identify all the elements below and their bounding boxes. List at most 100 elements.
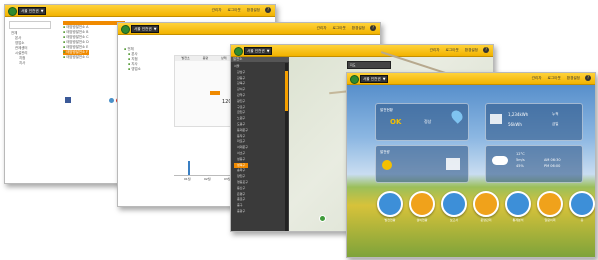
status-tile[interactable]: 발전현황 OK 정상 [375,103,469,141]
button-label: 발전현황 [384,218,396,222]
org-tree: 전체 본사 영업소 관제센터 시설관리 지점 지사 [11,31,27,66]
humidity: 45% [516,164,524,168]
add-icon[interactable] [109,98,114,103]
user-link[interactable]: 관리자 [211,7,223,14]
settings-link[interactable]: 환경설정 [566,75,581,82]
region-select-value: 서울 인천권 [247,49,265,53]
energy-total-unit: 누적 [552,112,559,116]
region-select[interactable]: 서울 인천권 ▼ [131,25,160,33]
top-bar: 서울 인천권 ▼ 관리자 로그아웃 환경설정 ? [231,45,493,57]
logout-link[interactable]: 로그아웃 [227,7,242,14]
user-link[interactable]: 관리자 [316,25,328,32]
button-label: 설비현황 [416,218,428,222]
tile-title: 발전현황 [380,108,393,112]
tree-item[interactable]: 중랑구 [234,209,248,215]
top-bar: 서울 인천권 ▼ 관리자 로그아웃 환경설정 ? [118,23,380,35]
status-label: 정상 [424,119,432,124]
scrollbar-thumb[interactable] [285,71,288,111]
search-input[interactable] [9,21,51,29]
tree-item[interactable]: 영등포구 [234,180,248,186]
status-value: OK [390,118,402,126]
org-tree: 전체 본사 지점 지사 영업소 [124,47,140,72]
button-label: 알람이력 [544,218,556,222]
map-type-select[interactable]: 지도 [347,61,391,69]
orange-action-button[interactable] [210,91,220,95]
button-label: 운영관리 [480,218,492,222]
home-button[interactable]: 홈 [569,191,595,222]
site-tree-panel: 발전소 서울 강남구 강동구 강북구 강서구 관악구 광진구 구로구 금천구 노… [231,57,289,231]
sunrise-time: AM 06:30 [544,158,561,162]
top-bar: 서울 인천권 ▼ 관리자 로그아웃 환경설정 ? [347,73,595,85]
region-select[interactable]: 서울 인천권 ▼ [244,47,273,55]
production-tile[interactable]: 발전량 [375,145,469,183]
logout-link[interactable]: 로그아웃 [332,25,347,32]
tile-title: 발전량 [380,150,390,154]
energy-today: 56kWh [508,122,522,127]
button-label: 홈 [580,218,584,222]
top-bar-menu: 관리자 로그아웃 환경설정 ? [211,7,271,14]
help-icon[interactable]: ? [483,47,489,53]
site-tree: 서울 강남구 강동구 강북구 강서구 관악구 광진구 구로구 금천구 노원구 도… [234,64,249,215]
energy-total: 1,234kWh [508,112,529,117]
top-bar: 서울 인천권 ▼ 관리자 로그아웃 환경설정 ? [5,5,275,17]
panel-header: 발전소 [231,57,289,62]
user-link[interactable]: 관리자 [429,47,441,54]
data-table: 발전소 용량 상태 [174,55,234,127]
equipment-button[interactable]: 설비현황 [409,191,435,222]
settings-link[interactable]: 환경설정 [464,47,479,54]
axis-tick-label: 02월 [204,177,211,181]
logout-link[interactable]: 로그아웃 [445,47,460,54]
region-select[interactable]: 서울 인천권 ▼ [360,75,389,83]
sunset-time: PM 06:00 [544,164,561,168]
site-marker-icon[interactable] [319,215,326,222]
sun-icon [382,160,392,170]
tree-item[interactable]: 동대문구 [234,128,248,134]
region-select-value: 서울 인천권 [134,27,152,31]
site-list: 태양광발전소 A 태양광발전소 B 태양광발전소 C 태양광발전소 D 태양광발… [63,25,89,60]
statistics-button[interactable]: 통계분석 [505,191,531,222]
chevron-down-icon: ▼ [382,77,386,81]
button-label: 통계분석 [512,218,524,222]
button-label: 보고서 [449,218,459,222]
location-pin-icon [449,108,465,124]
settings-link[interactable]: 환경설정 [246,7,261,14]
temperature: 12°C [516,152,525,156]
help-icon[interactable]: ? [370,25,376,31]
app-logo-icon [121,25,130,34]
chart-bar [188,161,190,175]
alarm-button[interactable]: 알람이력 [537,191,563,222]
list-item[interactable]: 태양광발전소 G [63,55,88,60]
tree-item[interactable]: 지사 [11,61,27,66]
user-link[interactable]: 관리자 [531,75,543,82]
dashboard-button[interactable]: 발전현황 [377,191,403,222]
column-header: 용량 [202,56,209,60]
cloud-icon [492,156,508,165]
help-icon[interactable]: ? [265,7,271,13]
top-bar-menu: 관리자 로그아웃 환경설정 ? [316,25,376,32]
region-select[interactable]: 서울 인천권 ▼ [18,7,47,15]
region-select-value: 서울 인천권 [363,77,381,81]
chevron-down-icon: ▼ [153,27,157,31]
wind-speed: 5m/s [516,158,525,162]
tree-item[interactable]: 영업소 [124,67,140,72]
report-icon [446,158,460,170]
operation-button[interactable]: 운영관리 [473,191,499,222]
axis-tick-label: 01월 [184,177,191,181]
window-dashboard: 서울 인천권 ▼ 관리자 로그아웃 환경설정 ? 발전현황 OK 정상 1,234… [346,72,596,258]
scrollbar[interactable] [285,63,288,231]
app-logo-icon [234,47,243,56]
region-select-value: 서울 인천권 [21,9,39,13]
bar-chart-icon [490,114,502,124]
table-header: 발전소 용량 상태 [175,56,233,61]
save-icon[interactable] [65,97,71,103]
report-button[interactable]: 보고서 [441,191,467,222]
help-icon[interactable]: ? [585,75,591,81]
app-logo-icon [8,7,17,16]
energy-today-unit: 금일 [552,122,559,126]
chevron-down-icon: ▼ [266,49,270,53]
settings-link[interactable]: 환경설정 [351,25,366,32]
energy-tile[interactable]: 1,234kWh 56kWh 누적 금일 [485,103,583,141]
weather-tile: 12°C 5m/s 45% AM 06:30 PM 06:00 [485,145,583,183]
logout-link[interactable]: 로그아웃 [547,75,562,82]
chevron-down-icon: ▼ [40,9,44,13]
